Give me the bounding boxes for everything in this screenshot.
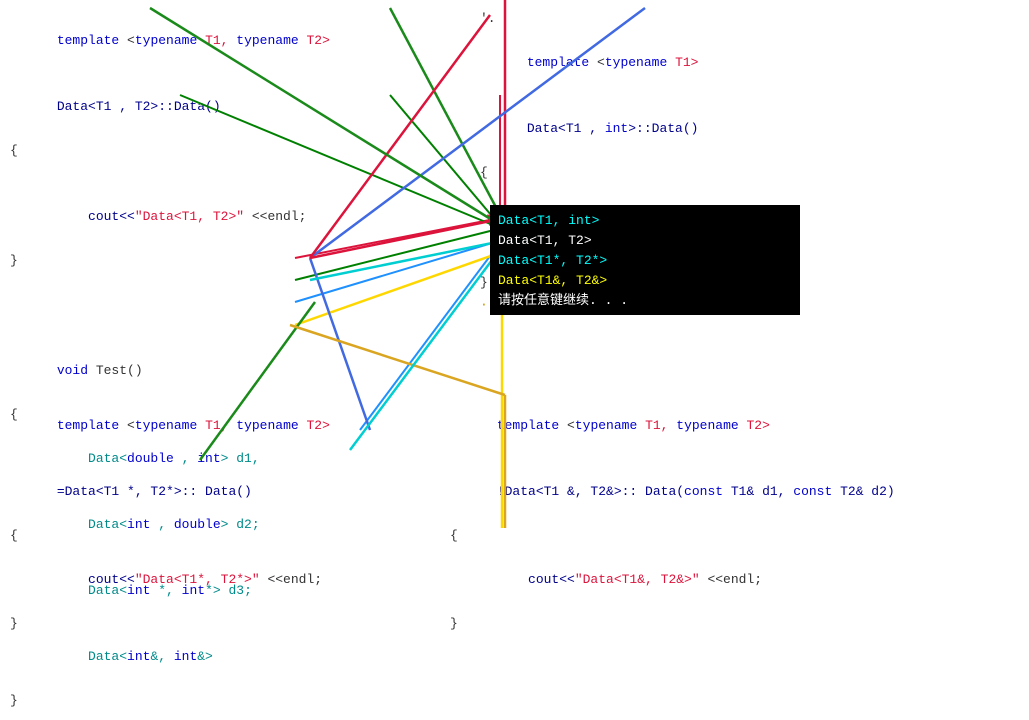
bl-line-5: }	[10, 613, 430, 635]
br-line-1: template <typename T1, typename T2>	[450, 393, 1019, 459]
terminal-line-4: Data<T1&, T2&>	[498, 271, 792, 291]
terminal-line-2: Data<T1, T2>	[498, 231, 792, 251]
rcode-line-3: {	[480, 162, 1019, 184]
keyword-typename1: typename	[135, 33, 197, 48]
br-line-4: cout<<"Data<T1&, T2&>" <<endl;	[450, 547, 1019, 613]
rcode-line-0: '.	[480, 8, 1019, 30]
bl-line-1: template <typename T1, typename T2>	[10, 393, 430, 459]
br-line-5: }	[450, 613, 1019, 635]
bottom-right-panel: template <typename T1, typename T2> !Dat…	[440, 385, 1029, 643]
terminal-prompt: 请按任意键继续. . .	[498, 291, 792, 311]
bl-line-2: =Data<T1 *, T2*>:: Data()	[10, 459, 430, 525]
code-line-4	[10, 162, 460, 184]
rcode-line-1: template <typename T1>	[480, 30, 1019, 96]
bl-line-4: cout<<"Data<T1*, T2*>" <<endl;	[10, 547, 430, 613]
code-line-close: }	[10, 690, 460, 712]
code-line-1: template <typename T1, typename T2>	[10, 8, 460, 74]
code-line-5: cout<<"Data<T1, T2>" <<endl;	[10, 184, 460, 250]
code-line-9	[10, 316, 460, 338]
keyword-template: template	[57, 33, 127, 48]
code-line-6: }	[10, 250, 460, 272]
rcode-line-2: Data<T1 , int>::Data()	[480, 96, 1019, 162]
br-line-2: !Data<T1 &, T2&>:: Data(const T1& d1, co…	[450, 459, 1019, 525]
code-line-7	[10, 272, 460, 294]
code-line-8	[10, 294, 460, 316]
br-line-3: {	[450, 525, 1019, 547]
bl-line-3: {	[10, 525, 430, 547]
bottom-left-panel: template <typename T1, typename T2> =Dat…	[0, 385, 440, 643]
code-line-2: Data<T1 , T2>::Data()	[10, 74, 460, 140]
code-editor: template <typename T1, typename T2> Data…	[0, 0, 1029, 528]
code-line-3: {	[10, 140, 460, 162]
terminal-line-1: Data<T1, int>	[498, 211, 792, 231]
rcode-line-4	[480, 184, 1019, 206]
terminal-window: Data<T1, int> Data<T1, T2> Data<T1*, T2*…	[490, 205, 800, 315]
terminal-line-3: Data<T1*, T2*>	[498, 251, 792, 271]
